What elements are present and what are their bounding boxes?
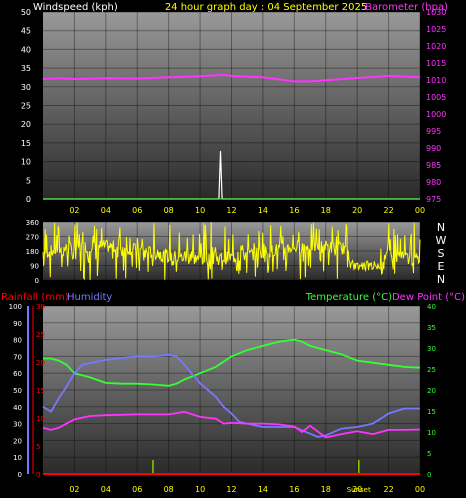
x-tick-label: 02 [69, 206, 79, 215]
humidity-tick-label: 80 [13, 337, 22, 345]
humidity-tick-label: 0 [18, 471, 22, 479]
humidity-tick-label: 50 [13, 387, 22, 395]
barometer-tick-label: 1030 [426, 8, 446, 17]
rainfall-tick-label: 0 [36, 471, 40, 479]
x-tick-label: 00 [415, 206, 425, 215]
rainfall-tick-label: 5 [36, 443, 40, 451]
x-tick-label: 00 [415, 485, 425, 494]
barometer-tick-label: 1000 [426, 110, 446, 119]
sunset-label: Sunset [347, 486, 371, 494]
temperature-tick-label: 20 [427, 387, 436, 395]
x-tick-label: 04 [101, 206, 111, 215]
temperature-tick-label: 0 [427, 471, 431, 479]
chart-title: 24 hour graph day : 04 September 2025 [165, 2, 367, 13]
humidity-tick-label: 40 [13, 404, 22, 412]
direction-tick-label: 0 [35, 277, 39, 285]
humidity-tick-label: 70 [13, 353, 22, 361]
x-tick-label: 06 [132, 206, 142, 215]
windspeed-tick-label: 35 [21, 64, 31, 73]
rainfall-tick-label: 30 [36, 303, 45, 311]
x-tick-label: 14 [258, 485, 268, 494]
windspeed-tick-label: 5 [26, 176, 31, 185]
temperature-humidity-chart: 02 04 06 08 10 12 14 16 18 20 22 000102030405060708… [9, 303, 436, 494]
barometer-tick-label: 980 [426, 178, 441, 187]
x-tick-label: 12 [226, 206, 236, 215]
humidity-tick-label: 60 [13, 370, 22, 378]
barometer-tick-label: 1010 [426, 76, 446, 85]
x-tick-label: 02 [69, 485, 79, 494]
temperature-tick-label: 40 [427, 303, 436, 311]
temperature-tick-label: 35 [427, 324, 436, 332]
rainfall-tick-label: 25 [36, 331, 45, 339]
humidity-tick-label: 10 [13, 454, 22, 462]
barometer-tick-label: 985 [426, 161, 441, 170]
weather-graph: Windspeed (kph) 24 hour graph day : 04 S… [1, 2, 465, 494]
temperature-tick-label: 30 [427, 345, 436, 353]
barometer-tick-label: 990 [426, 144, 441, 153]
x-tick-label: 20 [352, 206, 362, 215]
dewpoint-axis-title: Dew Point (°C) [392, 292, 465, 303]
direction-tick-label: 180 [26, 248, 39, 256]
temperature-tick-label: 5 [427, 450, 431, 458]
windspeed-tick-label: 30 [21, 83, 31, 92]
compass-label: S [438, 247, 445, 260]
humidity-tick-label: 30 [13, 421, 22, 429]
direction-tick-label: 270 [26, 234, 39, 242]
barometer-tick-label: 975 [426, 195, 441, 204]
barometer-tick-label: 1025 [426, 25, 446, 34]
x-tick-label: 12 [226, 485, 236, 494]
humidity-axis-title: Humidity [67, 292, 112, 303]
rainfall-tick-label: 15 [36, 387, 45, 395]
x-tick-label: 14 [258, 206, 268, 215]
windspeed-tick-label: 0 [26, 195, 31, 204]
temperature-tick-label: 10 [427, 429, 436, 437]
humidity-tick-label: 100 [9, 303, 22, 311]
rainfall-tick-label: 20 [36, 359, 45, 367]
temperature-tick-label: 15 [427, 408, 436, 416]
compass-label: W [436, 234, 447, 247]
barometer-tick-label: 1005 [426, 93, 446, 102]
windspeed-tick-label: 25 [21, 102, 31, 111]
x-tick-label: 18 [321, 206, 331, 215]
direction-tick-label: 360 [26, 219, 39, 227]
x-tick-label: 16 [289, 206, 299, 215]
rainfall-axis-title: Rainfall (mm) [1, 292, 69, 303]
x-tick-label: 22 [383, 206, 393, 215]
barometer-tick-label: 1020 [426, 42, 446, 51]
direction-tick-label: 90 [30, 263, 39, 271]
x-tick-label: 16 [289, 485, 299, 494]
windspeed-tick-label: 10 [21, 158, 31, 167]
windspeed-axis-title: Windspeed (kph) [33, 2, 118, 13]
windspeed-tick-label: 40 [21, 45, 31, 54]
x-tick-label: 10 [195, 206, 205, 215]
windspeed-tick-label: 20 [21, 120, 31, 129]
windspeed-tick-label: 15 [21, 139, 31, 148]
compass-label: N [437, 221, 445, 234]
wind-barometer-chart: 02 04 06 08 10 12 14 16 18 20 22 000510152025303540… [21, 8, 447, 215]
x-tick-label: 22 [383, 485, 393, 494]
rainfall-tick-label: 10 [36, 415, 45, 423]
x-tick-label: 08 [164, 485, 174, 494]
x-tick-label: 04 [101, 485, 111, 494]
humidity-tick-label: 90 [13, 320, 22, 328]
x-tick-label: 10 [195, 485, 205, 494]
barometer-tick-label: 995 [426, 127, 441, 136]
x-tick-label: 08 [164, 206, 174, 215]
windspeed-tick-label: 50 [21, 8, 31, 17]
compass-label: N [437, 273, 445, 286]
temperature-axis-title: Temperature (°C) [305, 292, 392, 303]
x-tick-label: 18 [321, 485, 331, 494]
compass-label: E [438, 260, 445, 273]
x-tick-label: 06 [132, 485, 142, 494]
humidity-tick-label: 20 [13, 437, 22, 445]
barometer-tick-label: 1015 [426, 59, 446, 68]
temperature-tick-label: 25 [427, 366, 436, 374]
wind-direction-chart: 090180270360 NWSEN [26, 219, 447, 286]
windspeed-tick-label: 45 [21, 27, 31, 36]
